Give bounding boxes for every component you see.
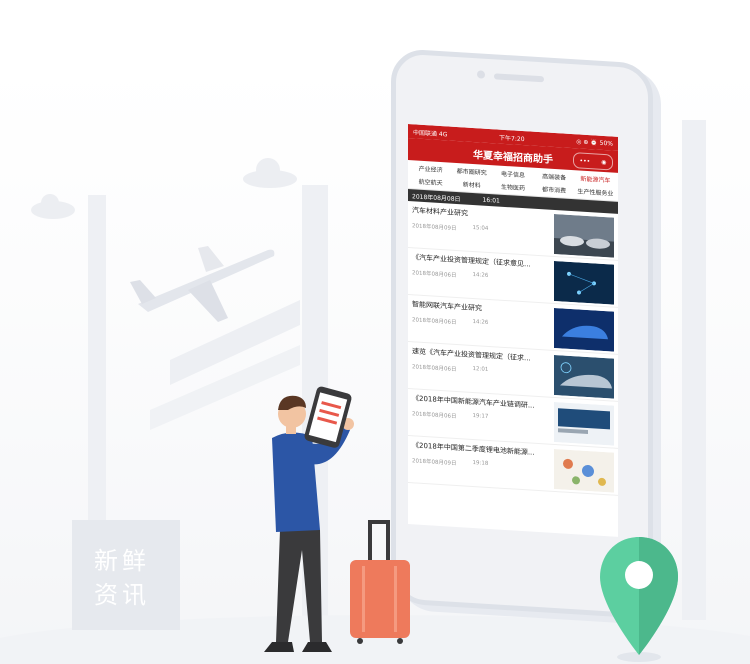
article-date: 2018年08月06日 bbox=[412, 317, 457, 327]
car-hud-thumbnail bbox=[554, 354, 614, 399]
tab-new-materials[interactable]: 新材料 bbox=[451, 177, 492, 193]
article-title: 《汽车产业投资管理规定（征求意见... bbox=[412, 253, 531, 269]
camera-icon bbox=[477, 70, 485, 79]
blue-car-thumbnail bbox=[554, 307, 614, 352]
tab-producer-services[interactable]: 生产性服务业 bbox=[575, 184, 616, 200]
app-title: 华夏幸福招商助手 bbox=[473, 149, 553, 166]
tab-aerospace[interactable]: 航空航天 bbox=[410, 174, 451, 190]
close-icon[interactable]: ◉ bbox=[601, 158, 606, 165]
article-date: 2018年08月06日 bbox=[412, 270, 457, 280]
cloud-icon bbox=[243, 158, 297, 188]
article-title: 速览《汽车产业投资管理规定（征求... bbox=[412, 347, 531, 363]
article-time: 19:17 bbox=[472, 412, 489, 420]
article-title: 智能网联汽车产业研究 bbox=[412, 300, 482, 313]
location-pin-icon bbox=[600, 537, 678, 662]
ev-charge-thumbnail bbox=[554, 401, 614, 446]
sign-line-1: 新鲜 bbox=[94, 547, 150, 575]
person-illustration bbox=[264, 386, 354, 652]
article-time: 14:26 bbox=[472, 271, 489, 279]
status-indicators: ◎ ⊕ ⏰ 50% bbox=[576, 137, 613, 148]
sign-line-2: 资讯 bbox=[94, 581, 150, 609]
banner-time: 16:01 bbox=[482, 196, 500, 205]
fresh-news-sign: 新鲜 资讯 bbox=[72, 520, 180, 630]
article-title: 《2018年中国第二季度锂电池新能源... bbox=[412, 441, 535, 457]
article-time: 19:18 bbox=[472, 459, 489, 467]
network-tech-thumbnail bbox=[554, 260, 614, 305]
article-date: 2018年08月06日 bbox=[412, 411, 457, 421]
more-icon[interactable]: ••• bbox=[580, 157, 591, 165]
luggage-icon bbox=[350, 520, 410, 644]
article-title: 《2018年中国新能源汽车产业链调研... bbox=[412, 394, 535, 410]
cloud-icon bbox=[31, 194, 75, 219]
speaker-icon bbox=[494, 73, 544, 83]
article-time: 12:01 bbox=[472, 365, 489, 373]
status-carrier: 中国联通 4G bbox=[413, 128, 448, 138]
article-title: 汽车材料产业研究 bbox=[412, 206, 468, 218]
status-time: 下午7:20 bbox=[499, 134, 525, 143]
airplane-icon bbox=[130, 246, 275, 322]
article-time: 15:04 bbox=[472, 224, 489, 232]
mini-program-capsule[interactable]: ••• ◉ bbox=[573, 152, 613, 171]
article-date: 2018年08月09日 bbox=[412, 458, 457, 468]
tab-urban-consumption[interactable]: 都市消费 bbox=[534, 182, 575, 198]
article-date: 2018年08月06日 bbox=[412, 364, 457, 374]
tab-biomedicine[interactable]: 生物医药 bbox=[492, 179, 533, 195]
article-date: 2018年08月09日 bbox=[412, 223, 457, 233]
car-showroom-thumbnail bbox=[554, 213, 614, 258]
phone-screen: 中国联通 4G 下午7:20 ◎ ⊕ ⏰ 50% 华夏幸福招商助手 ••• ◉ … bbox=[408, 124, 618, 537]
battery-map-thumbnail bbox=[554, 448, 614, 493]
article-time: 14:26 bbox=[472, 318, 489, 326]
